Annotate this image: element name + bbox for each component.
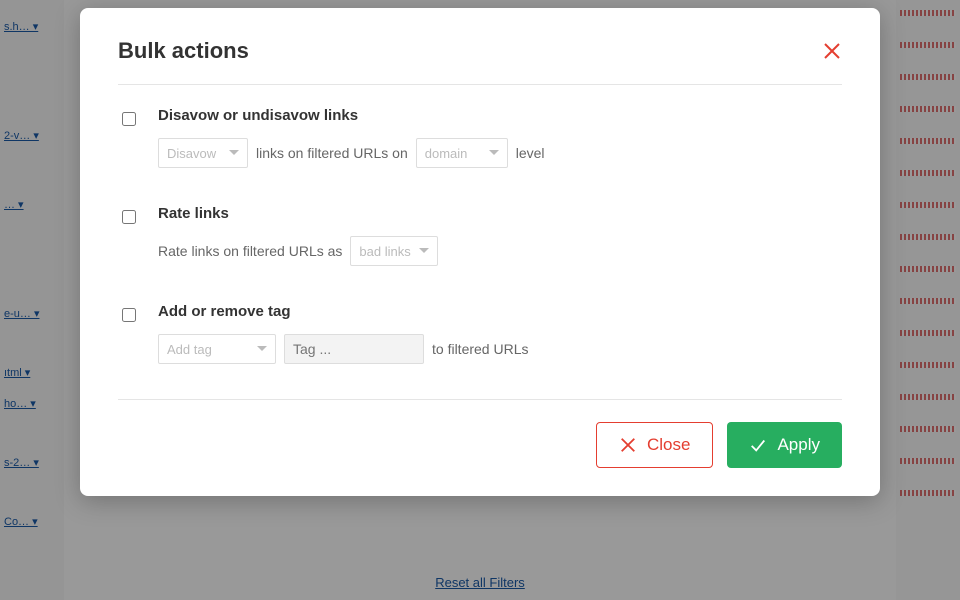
disavow-text-2: level (516, 145, 545, 161)
modal-header: Bulk actions (118, 38, 842, 85)
rate-title: Rate links (158, 205, 842, 222)
tag-title: Add or remove tag (158, 303, 842, 320)
rate-text-1: Rate links on filtered URLs as (158, 243, 342, 259)
section-tag: Add or remove tag Add tag to filtered UR… (118, 281, 842, 389)
tag-checkbox[interactable] (122, 308, 136, 322)
disavow-text-1: links on filtered URLs on (256, 145, 408, 161)
tag-input[interactable] (284, 334, 424, 364)
check-icon (749, 436, 767, 454)
modal-title: Bulk actions (118, 38, 249, 64)
close-button[interactable]: Close (596, 422, 713, 468)
apply-button-label: Apply (777, 435, 820, 455)
tag-text-1: to filtered URLs (432, 341, 528, 357)
disavow-checkbox[interactable] (122, 112, 136, 126)
rate-checkbox[interactable] (122, 210, 136, 224)
close-icon (619, 436, 637, 454)
tag-action-select[interactable]: Add tag (158, 334, 276, 364)
disavow-action-select[interactable]: Disavow (158, 138, 248, 168)
section-rate: Rate links Rate links on filtered URLs a… (118, 183, 842, 281)
modal-divider (118, 399, 842, 400)
section-disavow: Disavow or undisavow links Disavow links… (118, 85, 842, 183)
close-icon[interactable] (822, 41, 842, 61)
bulk-actions-modal: Bulk actions Disavow or undisavow links … (80, 8, 880, 496)
disavow-title: Disavow or undisavow links (158, 107, 842, 124)
apply-button[interactable]: Apply (727, 422, 842, 468)
disavow-level-select[interactable]: domain (416, 138, 508, 168)
rate-rating-select[interactable]: bad links (350, 236, 438, 266)
close-button-label: Close (647, 435, 690, 455)
modal-footer: Close Apply (118, 422, 842, 468)
